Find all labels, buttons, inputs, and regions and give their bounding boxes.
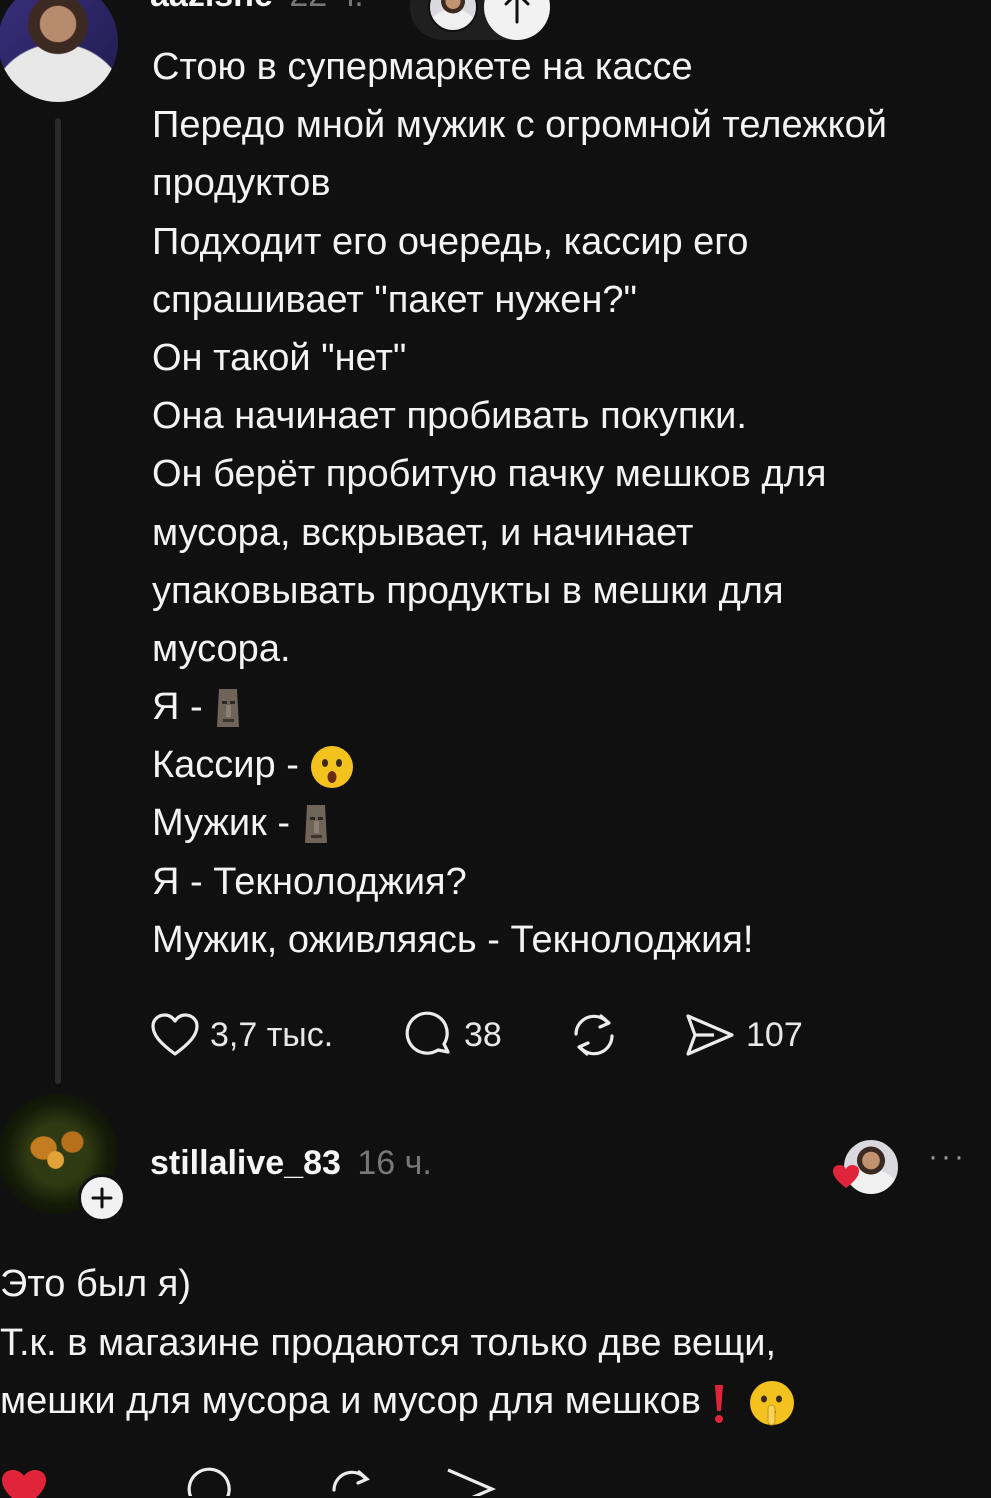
moai-icon (217, 689, 240, 728)
comment-count: 38 (464, 1015, 502, 1054)
comment-button[interactable]: 38 (404, 1010, 502, 1060)
post-line: Я - Текнолоджия? (152, 860, 467, 903)
send-icon (686, 1014, 734, 1056)
post-line: мусора, вскрывает, и начинает (152, 511, 694, 554)
liked-by-author-badge (832, 1138, 900, 1196)
comment-line: Это был я) (0, 1263, 192, 1305)
repost-icon[interactable] (326, 1466, 378, 1496)
heart-icon (151, 1013, 199, 1056)
scroll-up-button[interactable] (484, 0, 550, 40)
moai-icon (304, 805, 327, 844)
author-avatar[interactable] (0, 0, 118, 102)
post-actions: 38 (404, 1006, 502, 1064)
post-line: Передо мной мужик с огромной тележкой (152, 104, 887, 147)
post-line: мусора. (152, 627, 291, 670)
share-button[interactable]: 107 (684, 1012, 803, 1058)
reaction-line: Мужик - (152, 794, 972, 852)
commenter-username[interactable]: stillalive_83 (150, 1144, 341, 1182)
post-line: Она начинает пробивать покупки. (152, 395, 747, 438)
reaction-text: Я - (152, 686, 214, 729)
post-line: упаковывать продукты в мешки для (152, 569, 784, 612)
new-post-avatar (428, 0, 478, 32)
arrow-up-icon (504, 0, 530, 24)
post-line: спрашивает "пакет нужен?" (152, 278, 637, 321)
comment-icon (405, 1011, 450, 1055)
more-options-button[interactable]: ··· (928, 1140, 967, 1174)
post-line: продуктов (152, 162, 331, 205)
reaction-line: Я - (152, 678, 972, 736)
post-line: Стою в супермаркете на кассе (152, 46, 693, 88)
author-username[interactable]: aazishe (150, 0, 273, 14)
post-time: 22 ч. (289, 0, 363, 14)
follow-button[interactable] (78, 1174, 126, 1222)
post-actions: 3,7 тыс. (150, 1006, 333, 1064)
post-line: Он такой "нет" (152, 336, 407, 379)
post-line: Мужик, оживляясь - Текнолоджия! (152, 918, 754, 961)
heart-filled-icon[interactable] (0, 1468, 48, 1498)
reaction-text: Мужик - (152, 802, 301, 845)
hushed-face-icon (311, 746, 354, 789)
post-actions: 107 (684, 1006, 803, 1064)
post-body: Стою в супермаркете на кассе Передо мной… (152, 38, 972, 969)
post-line: Подходит его очередь, кассир его (152, 220, 749, 263)
comment-line: мешки для мусора и мусор для мешков (0, 1372, 980, 1431)
share-count: 107 (746, 1015, 803, 1054)
scroll-to-top-pill[interactable] (410, 0, 550, 40)
post-time: 16 ч. (357, 1144, 432, 1182)
comment-line-text: мешки для мусора и мусор для мешков (0, 1380, 701, 1422)
reaction-line: Кассир - (152, 736, 972, 794)
like-count: 3,7 тыс. (210, 1015, 334, 1054)
heart-filled-icon (833, 1165, 859, 1188)
plus-icon (91, 1187, 113, 1209)
thread-line (55, 118, 61, 1084)
post-header: aazishe 22 ч. (150, 0, 364, 15)
repost-button[interactable] (568, 1010, 620, 1060)
post-actions (568, 1006, 620, 1064)
post-line: Он берёт пробитую пачку мешков для (152, 453, 827, 496)
send-icon[interactable] (444, 1466, 496, 1496)
repost-icon (574, 1014, 614, 1056)
comment-icon[interactable] (186, 1466, 236, 1496)
exclamation-mark-icon (715, 1384, 724, 1423)
post-header: stillalive_83 16 ч. (150, 1144, 432, 1183)
like-button[interactable]: 3,7 тыс. (150, 1012, 333, 1058)
comment-line: Т.к. в магазине продаются только две вещ… (0, 1321, 777, 1364)
reaction-text: Кассир - (152, 744, 310, 787)
shushing-face-icon (750, 1380, 795, 1426)
comment-body: Это был я) Т.к. в магазине продаются тол… (0, 1255, 980, 1431)
